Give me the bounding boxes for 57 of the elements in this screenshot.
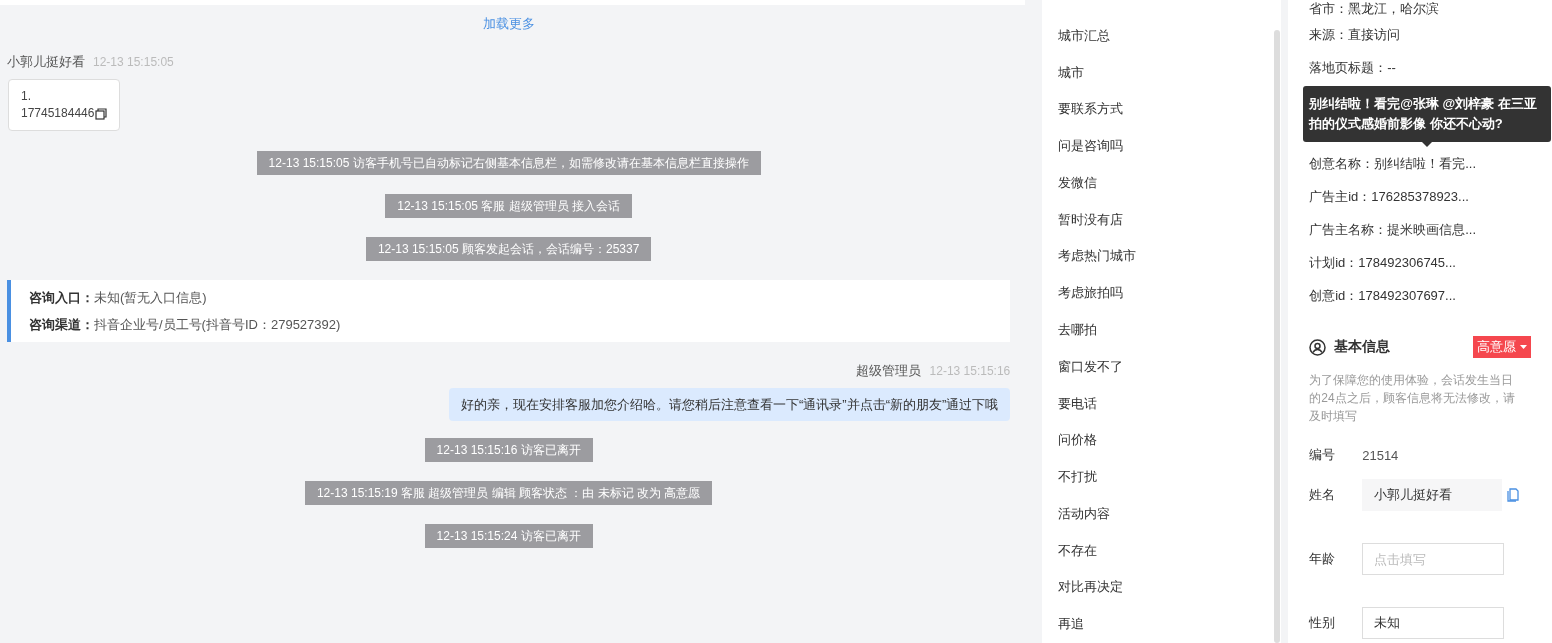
field-label: 姓名 — [1309, 486, 1337, 504]
scrollbar[interactable] — [1274, 30, 1281, 643]
quick-reply-item[interactable]: 问价格 — [1042, 422, 1275, 460]
source-info-text: 落地页标题：-- — [1309, 59, 1397, 77]
field-label: 性别 — [1309, 614, 1337, 632]
system-notice: 12-13 15:15:05 客服 超级管理员 接入会话 — [385, 194, 632, 218]
quick-reply-item[interactable]: 城市 — [1042, 54, 1275, 92]
message-time: 12-13 15:15:05 — [93, 55, 174, 69]
text-input-field[interactable]: 点击填写 — [1362, 543, 1505, 575]
copy-icon[interactable] — [95, 107, 108, 120]
field-value: 21514 — [1362, 447, 1399, 463]
notice-text: 为了保障您的使用体验，会话发生当日的24点之后，顾客信息将无法修改，请及时填写 — [1309, 372, 1516, 425]
source-info-text: 广告主id：176285378923... — [1309, 188, 1470, 206]
source-info-text: 广告主名称：提米映画信息... — [1309, 221, 1478, 239]
tooltip-pointer-icon — [1422, 142, 1433, 147]
phone-number: 17745184446 — [21, 105, 95, 122]
field-label: 年龄 — [1309, 550, 1337, 568]
message-time: 12-13 15:15:16 — [929, 364, 1011, 378]
quick-reply-item[interactable]: 发微信 — [1042, 165, 1275, 202]
field-label: 编号 — [1309, 446, 1337, 464]
quick-reply-item[interactable]: 城市汇总 — [1042, 18, 1275, 55]
quick-reply-item[interactable]: 暂时没有店 — [1042, 201, 1275, 239]
quick-reply-item[interactable]: 考虑旅拍吗 — [1042, 275, 1275, 313]
source-info-text: 创意名称：别纠结啦！看完... — [1309, 155, 1478, 173]
quick-reply-item[interactable]: 要联系方式 — [1042, 91, 1275, 129]
sender-name: 超级管理员 — [855, 362, 921, 380]
quick-reply-item[interactable]: 问是咨询吗 — [1042, 128, 1275, 166]
quick-reply-item[interactable]: 考虑热门城市 — [1042, 238, 1275, 276]
source-info-text: 创意id：178492307697... — [1309, 287, 1457, 305]
system-notice: 12-13 15:15:19 客服 超级管理员 编辑 顾客状态 ：由 未标记 改为 高意愿 — [304, 481, 713, 505]
quick-reply-item[interactable]: 不打扰 — [1042, 459, 1275, 496]
name-field: 小郭儿挺好看 — [1362, 479, 1503, 511]
tooltip: 别纠结啦！看完@张琳 @刘梓豪 在三亚拍的仪式感婚前影像 你还不心动? — [1303, 86, 1552, 147]
system-notice: 12-13 15:15:05 顾客发起会话，会话编号：25337 — [365, 237, 652, 261]
source-info-text: 来源：直接访问 — [1309, 26, 1402, 44]
quick-reply-item[interactable]: 对比再决定 — [1042, 569, 1275, 607]
quick-reply-item[interactable]: 要电话 — [1042, 385, 1275, 423]
sender-name: 小郭儿挺好看 — [7, 53, 85, 71]
source-info-text: 计划id：178492306745... — [1309, 254, 1457, 272]
quick-reply-item[interactable]: 去哪拍 — [1042, 312, 1275, 349]
message-bubble: 好的亲，现在安排客服加您介绍哈。请您稍后注意查看一下“通讯录”并点击“新的朋友”通过下哦 — [448, 388, 1011, 421]
source-info-text: 省市：黑龙江，哈尔滨 — [1309, 0, 1441, 18]
system-notice: 12-13 15:15:05 访客手机号已自动标记右侧基本信息栏，如需修改请在基本信息栏直接操作 — [256, 151, 761, 175]
section-title: 基本信息 — [1334, 338, 1392, 356]
system-notice: 12-13 15:15:16 访客已离开 — [424, 438, 593, 462]
caret-icon — [1520, 345, 1528, 349]
intent-tag-dropdown[interactable]: 高意愿 — [1473, 336, 1532, 358]
message-text: 1. — [21, 88, 32, 105]
quick-reply-item[interactable]: 活动内容 — [1042, 495, 1275, 533]
quick-reply-item[interactable]: 窗口发不了 — [1042, 348, 1275, 386]
text-input-field[interactable]: 未知 — [1362, 607, 1505, 639]
user-circle-icon — [1309, 338, 1327, 356]
entry-info-text: 咨询入口：未知(暂无入口信息) — [29, 289, 208, 307]
quick-reply-item[interactable]: 再追 — [1042, 606, 1275, 643]
quick-reply-item[interactable]: 不存在 — [1042, 532, 1275, 570]
entry-info-text: 咨询渠道：抖音企业号/员工号(抖音号ID：279527392) — [29, 316, 342, 334]
system-notice: 12-13 15:15:24 访客已离开 — [424, 524, 593, 548]
